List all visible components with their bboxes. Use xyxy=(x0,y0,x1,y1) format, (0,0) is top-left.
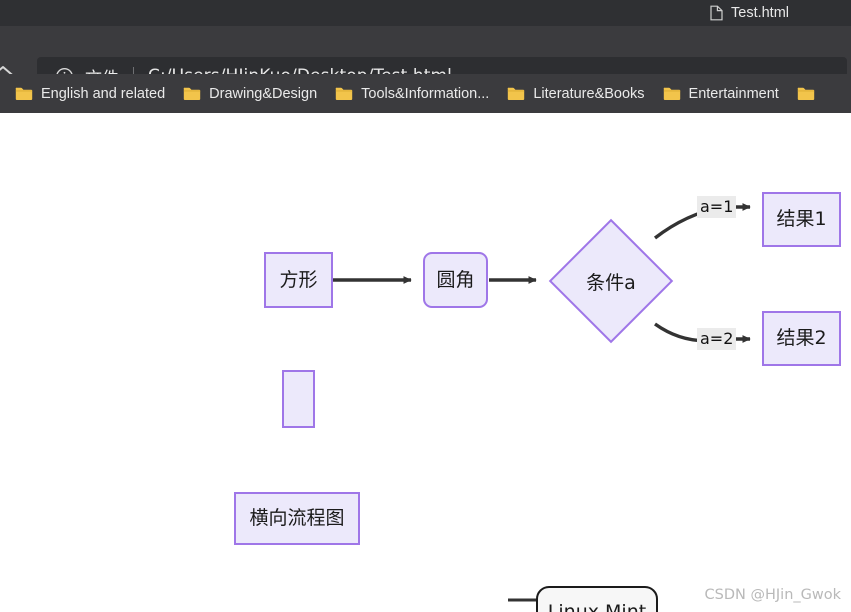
bookmark-label: English and related xyxy=(41,85,166,102)
flow-node-result2[interactable]: 结果2 xyxy=(762,311,841,366)
bookmark-label: Literature&Books xyxy=(533,85,645,102)
flow-node-title[interactable]: 横向流程图 xyxy=(234,492,360,545)
bookmark-item[interactable]: Drawing&Design xyxy=(174,79,326,109)
tab-title: Test.html xyxy=(731,5,790,21)
folder-icon xyxy=(15,86,33,101)
bookmark-item[interactable]: Entertainment xyxy=(654,79,788,109)
flow-node-square[interactable]: 方形 xyxy=(264,252,333,308)
folder-icon xyxy=(663,86,681,101)
folder-icon xyxy=(797,86,815,101)
bookmark-label: Tools&Information... xyxy=(361,85,490,102)
bookmark-item[interactable]: Literature&Books xyxy=(498,79,653,109)
tab-strip: Test.html xyxy=(0,0,851,26)
flow-node-label: Linux Mint xyxy=(547,601,647,612)
flow-node-rounded[interactable]: 圆角 xyxy=(423,252,488,308)
document-icon xyxy=(710,5,723,21)
folder-icon xyxy=(183,86,201,101)
edge-label-a1: a=1 xyxy=(697,196,737,219)
browser-chrome: Test.html 文件 C:/ xyxy=(0,0,851,113)
bookmark-item[interactable]: Tools&Information... xyxy=(326,79,498,109)
flow-node-empty[interactable] xyxy=(282,370,315,428)
bookmark-item[interactable]: English and related xyxy=(6,79,174,109)
bookmark-label: Entertainment xyxy=(688,85,779,102)
flow-node-label: 条件a xyxy=(586,271,636,294)
browser-window: Test.html 文件 C:/ xyxy=(0,0,851,612)
flow-node-linux-mint[interactable]: Linux Mint xyxy=(536,586,658,612)
bookmark-label: Drawing&Design xyxy=(209,85,318,102)
tab-test-html[interactable]: Test.html xyxy=(700,0,799,26)
folder-icon xyxy=(507,86,525,101)
flow-node-label: 横向流程图 xyxy=(249,507,345,529)
flow-node-label: 结果2 xyxy=(776,327,827,349)
watermark: CSDN @HJin_Gwok xyxy=(704,587,841,603)
flow-node-label: 圆角 xyxy=(436,268,475,291)
flow-node-label: 结果1 xyxy=(776,208,827,230)
folder-icon xyxy=(335,86,353,101)
flow-node-label: 方形 xyxy=(279,268,318,291)
flow-node-condition-label: 条件a xyxy=(551,262,671,300)
bookmark-item-overflow[interactable] xyxy=(788,79,824,109)
flowchart-edges xyxy=(333,203,751,602)
bookmarks-bar: English and related Drawing&Design Tools… xyxy=(0,74,851,113)
flow-node-result1[interactable]: 结果1 xyxy=(762,192,841,247)
page-content: 方形 圆角 条件a 结果1 结果2 a=1 a=2 横向流程图 Linux Mi… xyxy=(0,113,851,612)
edge-label-a2: a=2 xyxy=(697,328,737,351)
nav-bar: 文件 C:/Users/HJinKuo/Desktop/Test.html xyxy=(0,26,851,95)
